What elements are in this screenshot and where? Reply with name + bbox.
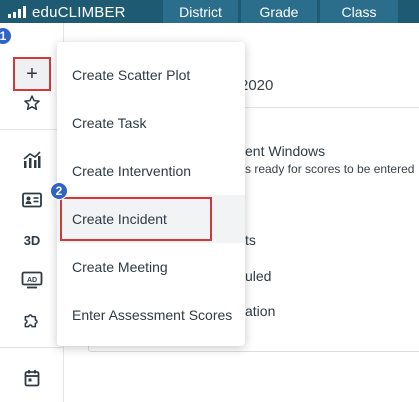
- student-id-card-icon: [22, 192, 42, 208]
- assessment-windows-subtext: s ready for scores to be entered: [245, 162, 415, 176]
- app-window: eduCLIMBER District Grade Class 2020 ent…: [0, 0, 419, 402]
- tab-grade[interactable]: Grade: [241, 0, 317, 23]
- create-menu: Create Scatter Plot Create Task Create I…: [57, 42, 245, 346]
- 3d-text-icon: 3D: [23, 232, 41, 248]
- sidebar-divider: [0, 129, 64, 130]
- menu-item-create-intervention[interactable]: Create Intervention: [57, 147, 245, 195]
- puzzle-icon: [24, 314, 38, 328]
- bar-chart-logo-icon: [8, 6, 26, 18]
- tab-district[interactable]: District: [163, 0, 238, 23]
- star-icon: [24, 95, 40, 111]
- student-profile-button[interactable]: [14, 185, 50, 215]
- assessment-windows-heading: ent Windows: [245, 143, 326, 159]
- 3d-button[interactable]: 3D: [14, 225, 50, 255]
- display-button[interactable]: AD: [14, 265, 50, 295]
- top-navigation-bar: eduCLIMBER District Grade Class: [0, 0, 419, 23]
- analytics-chart-icon: [23, 151, 41, 168]
- tab-class[interactable]: Class: [320, 0, 398, 23]
- plus-icon: +: [26, 62, 38, 85]
- ad-display-icon: AD: [21, 271, 43, 289]
- brand-title: eduCLIMBER: [32, 3, 126, 21]
- menu-item-create-task[interactable]: Create Task: [57, 99, 245, 147]
- brand-logo[interactable]: eduCLIMBER: [8, 2, 126, 22]
- create-plus-button[interactable]: +: [13, 57, 51, 91]
- analytics-button[interactable]: [14, 145, 50, 175]
- sidebar: + 3D AD: [0, 23, 64, 402]
- section-item-1: ts: [245, 232, 256, 248]
- integrations-button[interactable]: [14, 305, 50, 335]
- sidebar-divider: [0, 347, 64, 348]
- section-item-3: ation: [245, 303, 276, 319]
- calendar-icon: [24, 370, 40, 387]
- step-badge-2: 2: [50, 182, 68, 200]
- menu-item-enter-assessment-scores[interactable]: Enter Assessment Scores: [57, 291, 245, 339]
- favorites-button[interactable]: [14, 88, 50, 118]
- menu-item-create-meeting[interactable]: Create Meeting: [57, 243, 245, 291]
- calendar-button[interactable]: [14, 363, 50, 393]
- section-item-2: uled: [245, 268, 272, 284]
- page-heading-year: 2020: [240, 77, 274, 94]
- svg-text:AD: AD: [27, 277, 37, 284]
- highlight-box-create-incident: [60, 197, 212, 241]
- menu-item-create-scatter-plot[interactable]: Create Scatter Plot: [57, 51, 245, 99]
